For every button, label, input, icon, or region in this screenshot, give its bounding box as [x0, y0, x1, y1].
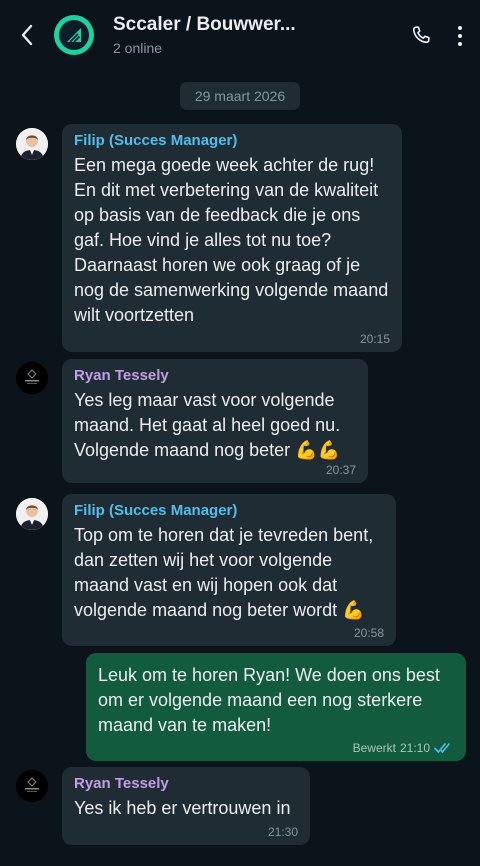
- message-time: 21:30: [267, 825, 298, 839]
- person-avatar-icon: [16, 498, 48, 530]
- message-meta: 20:58: [354, 626, 384, 640]
- message-meta: 21:30: [268, 825, 298, 839]
- avatar-filip[interactable]: [16, 498, 48, 530]
- message-bubble[interactable]: Filip (Succes Manager) Top om te horen d…: [62, 494, 396, 646]
- message-meta: 20:37: [326, 463, 356, 477]
- message-text: Top om te horen dat je tevreden bent, da…: [74, 525, 374, 620]
- more-options-button[interactable]: [450, 24, 470, 48]
- message-bubble[interactable]: Ryan Tessely Yes ik heb er vertrouwen in…: [62, 767, 310, 845]
- message-time: 20:37: [325, 463, 356, 477]
- message-bubble[interactable]: Ryan Tessely Yes leg maar vast voor volg…: [62, 359, 368, 483]
- phone-icon: [412, 26, 430, 44]
- date-separator: 29 maart 2026: [180, 82, 300, 110]
- double-check-icon: [434, 743, 450, 753]
- avatar-ryan[interactable]: [16, 770, 48, 802]
- brand-logo-avatar-icon: [16, 362, 48, 394]
- sccaler-logo-icon: [67, 28, 81, 43]
- message-meta: 20:15: [360, 332, 390, 346]
- online-status: 2 online: [113, 40, 163, 56]
- message-time: 20:15: [359, 332, 390, 346]
- message-bubble[interactable]: Filip (Succes Manager) Een mega goede we…: [62, 124, 402, 352]
- group-avatar[interactable]: [54, 15, 94, 55]
- chat-title: Sccaler / Bouwwer...: [113, 14, 296, 35]
- brand-logo-avatar-icon: [16, 770, 48, 802]
- message-text: Leuk om te horen Ryan! We doen ons best …: [98, 665, 440, 735]
- message-time: 20:58: [353, 626, 384, 640]
- person-avatar-icon: [16, 128, 48, 160]
- call-button[interactable]: [410, 24, 434, 48]
- sender-name: Filip (Succes Manager): [74, 502, 238, 519]
- avatar-filip[interactable]: [16, 128, 48, 160]
- chat-header: Sccaler / Bouwwer... 2 online: [0, 0, 480, 70]
- message-text: Yes ik heb er vertrouwen in: [74, 798, 291, 818]
- chevron-left-icon: [21, 24, 33, 46]
- sender-name: Filip (Succes Manager): [74, 132, 238, 149]
- back-button[interactable]: [14, 22, 40, 48]
- message-meta: Bewerkt 21:10: [353, 741, 454, 755]
- message-text: Yes leg maar vast voor volgende maand. H…: [74, 390, 341, 460]
- menu-dot: [458, 34, 462, 38]
- message-text: Een mega goede week achter de rug! En di…: [74, 155, 389, 325]
- sender-name: Ryan Tessely: [74, 367, 169, 384]
- menu-dot: [458, 42, 462, 46]
- chat-title-block[interactable]: Sccaler / Bouwwer... 2 online: [113, 14, 313, 56]
- message-time: 21:10: [399, 741, 430, 755]
- edited-label: Bewerkt: [352, 741, 396, 755]
- sender-name: Ryan Tessely: [74, 775, 169, 792]
- outgoing-message-bubble[interactable]: Leuk om te horen Ryan! We doen ons best …: [86, 653, 466, 761]
- more-vertical-icon: [458, 26, 462, 30]
- avatar-ryan[interactable]: [16, 362, 48, 394]
